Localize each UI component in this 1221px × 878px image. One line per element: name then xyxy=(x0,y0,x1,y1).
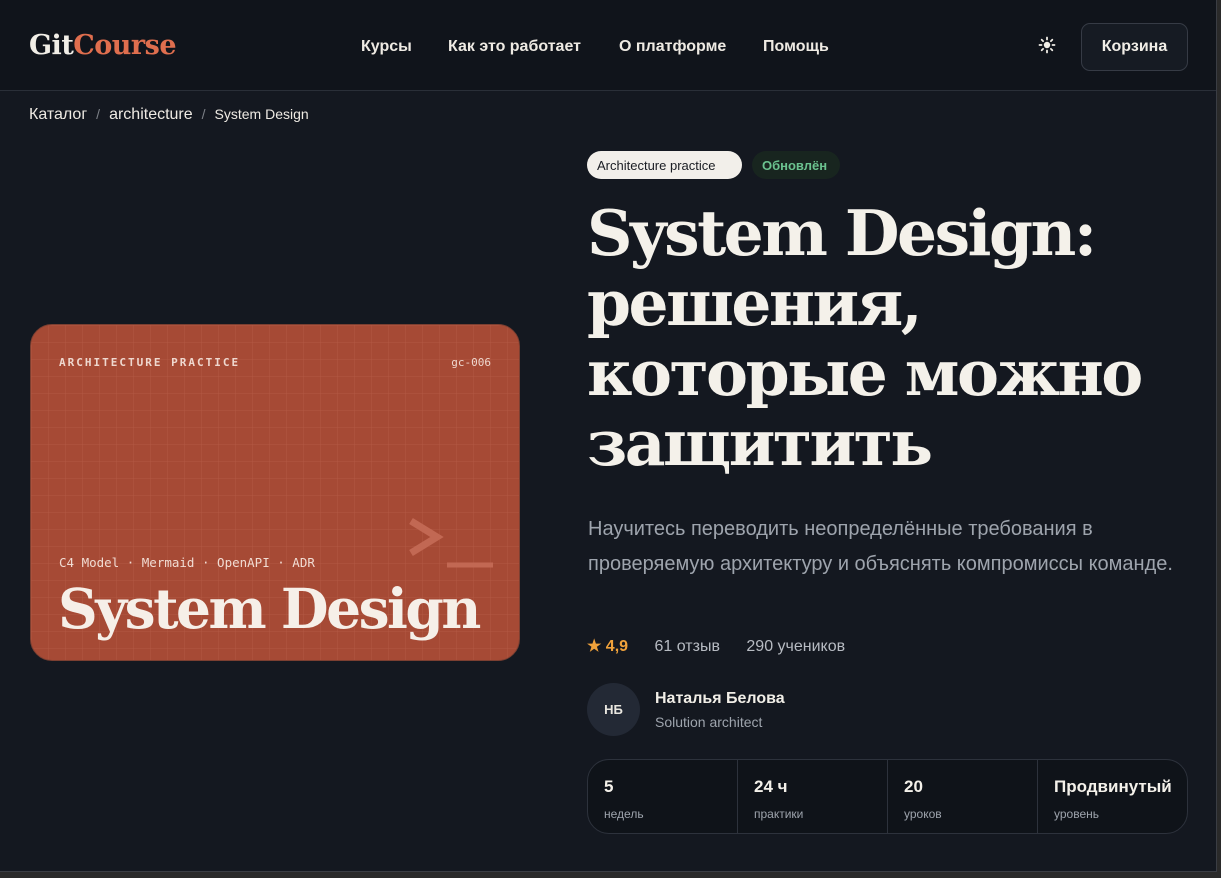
breadcrumb-current: System Design xyxy=(214,106,309,122)
site-header: GitCourse Курсы Как это работает О платф… xyxy=(0,0,1216,91)
logo[interactable]: GitCourse xyxy=(29,30,177,61)
breadcrumb-catalog[interactable]: Каталог xyxy=(29,106,87,124)
students-count: 290 учеников xyxy=(746,638,846,655)
nav-item-how-it-works[interactable]: Как это работает xyxy=(448,38,581,56)
logo-text-course: Course xyxy=(73,30,177,61)
nav-item-courses[interactable]: Курсы xyxy=(361,38,412,56)
stat-value: 24 ч xyxy=(754,777,788,796)
terminal-prompt-icon xyxy=(409,518,493,568)
page: GitCourse Курсы Как это работает О платф… xyxy=(0,0,1217,872)
stat-value: Продвинутый xyxy=(1054,777,1172,796)
course-stats: 5 недель 24 ч практики 20 уроков Продвин… xyxy=(587,759,1188,834)
stat-duration: 5 недель xyxy=(588,760,738,833)
stat-level: Продвинутый уровень xyxy=(1038,760,1187,833)
stat-label: практики xyxy=(754,807,804,821)
breadcrumb-architecture[interactable]: architecture xyxy=(109,106,193,124)
window-bottom-edge xyxy=(0,873,1221,878)
cover-kicker: ARCHITECTURE PRACTICE xyxy=(59,356,241,369)
sun-icon-graphic xyxy=(1038,36,1056,54)
breadcrumb: Каталог / architecture / System Design xyxy=(29,106,309,124)
author-role: Solution architect xyxy=(655,714,763,730)
breadcrumb-separator: / xyxy=(201,106,206,122)
author-name[interactable]: Наталья Белова xyxy=(655,690,785,708)
cover-course-code: gc-006 xyxy=(451,356,491,369)
author-avatar[interactable]: НБ xyxy=(587,683,640,736)
stat-label: уровень xyxy=(1054,807,1100,821)
nav-item-about[interactable]: О платформе xyxy=(619,38,726,56)
updated-badge: Обновлён xyxy=(752,151,840,179)
stat-label: недель xyxy=(604,807,644,821)
reviews-count[interactable]: 61 отзыв xyxy=(655,638,720,655)
cover-title: System Design xyxy=(58,576,481,641)
sun-icon[interactable] xyxy=(1038,36,1056,54)
logo-text-git: Git xyxy=(29,30,74,61)
stat-label: уроков xyxy=(904,807,942,821)
nav-item-help[interactable]: Помощь xyxy=(763,38,829,56)
course-rating: ★ 4,9 61 отзыв 290 учеников xyxy=(587,636,845,656)
rating-value: 4,9 xyxy=(605,638,629,655)
stat-practice-hours: 24 ч практики xyxy=(738,760,888,833)
cover-tech-stack: C4 Model · Mermaid · OpenAPI · ADR xyxy=(59,555,315,570)
cart-button[interactable]: Корзина xyxy=(1081,23,1188,71)
stat-value: 20 xyxy=(904,777,923,796)
course-description: Научитесь переводить неопределённые треб… xyxy=(588,518,1173,575)
course-cover: ARCHITECTURE PRACTICE gc-006 C4 Model · … xyxy=(30,324,520,661)
breadcrumb-separator: / xyxy=(96,106,101,122)
stat-lessons: 20 уроков xyxy=(888,760,1038,833)
stat-value: 5 xyxy=(604,777,614,796)
category-tag[interactable]: Architecture practice xyxy=(587,151,742,179)
star-icon: ★ xyxy=(587,638,602,655)
course-title: System Design: решения, которые можно за… xyxy=(587,196,1143,480)
